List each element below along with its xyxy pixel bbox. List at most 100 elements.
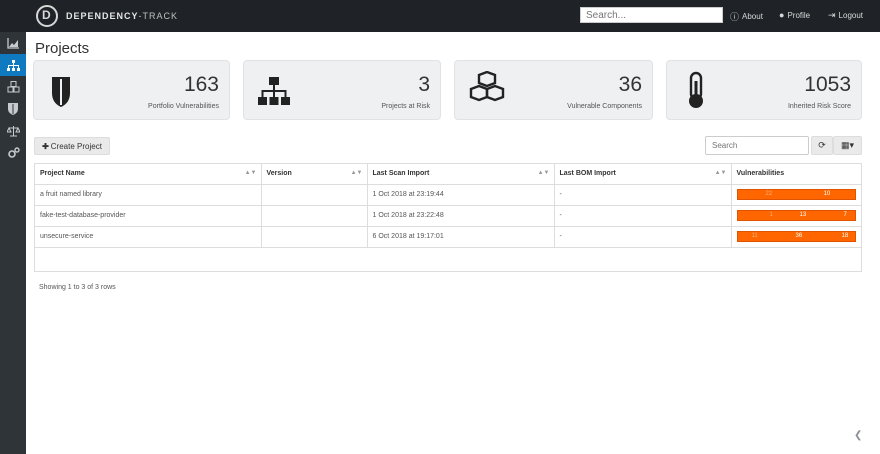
cubes-icon xyxy=(469,71,505,102)
card-value: 36 xyxy=(618,73,642,96)
card-value: 1053 xyxy=(804,73,851,96)
project-name-cell[interactable]: fake-test-database-provider xyxy=(35,205,262,227)
user-icon: ● xyxy=(779,10,785,20)
admin-icon xyxy=(7,147,20,158)
column-header-project-name[interactable]: Project Name ▲▼ xyxy=(35,164,262,185)
plus-icon: ✚ xyxy=(42,141,49,151)
vuln-count-b: 13 xyxy=(799,212,807,218)
project-name-cell[interactable]: unsecure-service xyxy=(35,226,262,248)
vulnerabilities-icon xyxy=(8,103,18,115)
card-inherited-risk-score: 1053 Inherited Risk Score xyxy=(666,60,862,120)
projects-icon xyxy=(6,59,20,71)
projects-table: Project Name ▲▼ Version ▲▼ Last Scan Impor… xyxy=(34,163,862,272)
table-row[interactable]: a fruit named library 1 Oct 2018 at 23:1… xyxy=(35,184,861,206)
card-label: Vulnerable Components xyxy=(567,103,642,110)
vulnerability-bar: 1 13 7 xyxy=(736,210,856,221)
sidebar-item-projects[interactable] xyxy=(0,54,26,76)
profile-label: Profile xyxy=(787,10,811,20)
card-label: Inherited Risk Score xyxy=(787,103,851,110)
project-name-cell[interactable]: a fruit named library xyxy=(35,184,262,206)
vuln-count-b: 10 xyxy=(823,191,831,197)
sitemap-icon xyxy=(258,77,290,105)
last-scan-cell: 1 Oct 2018 at 23:22:48 xyxy=(367,205,555,227)
vulnerabilities-cell: 1 13 7 xyxy=(731,205,861,227)
columns-toggle-button[interactable]: ▦▾ xyxy=(833,136,862,155)
dependency-track-logo[interactable] xyxy=(36,5,58,27)
table-search-input[interactable] xyxy=(705,136,809,155)
last-bom-cell: - xyxy=(554,205,732,227)
card-vulnerable-components: 36 Vulnerable Components xyxy=(454,60,653,120)
columns-icon: ▦▾ xyxy=(840,140,855,150)
table-row[interactable]: unsecure-service 6 Oct 2018 at 19:17:01 … xyxy=(35,226,861,248)
column-header-last-scan-import[interactable]: Last Scan Import ▲▼ xyxy=(367,164,555,185)
vulnerability-bar: 22 10 xyxy=(736,189,856,200)
card-projects-at-risk: 3 Projects at Risk xyxy=(243,60,441,120)
card-label: Projects at Risk xyxy=(381,103,430,110)
refresh-icon: ⟳ xyxy=(818,140,826,150)
vuln-count-b: 36 xyxy=(795,233,803,239)
sort-icon: ▲▼ xyxy=(244,170,257,176)
page-title: Projects xyxy=(35,40,90,57)
refresh-button[interactable]: ⟳ xyxy=(811,136,833,155)
logout-label: Logout xyxy=(838,11,864,20)
last-scan-cell: 1 Oct 2018 at 23:19:44 xyxy=(367,184,555,206)
brand-light: -TRACK xyxy=(138,11,179,21)
last-bom-cell: - xyxy=(554,184,732,206)
create-project-label: Create Project xyxy=(50,141,102,151)
about-link[interactable]: ⓘ About xyxy=(730,10,763,23)
scroll-to-top-icon[interactable]: ❮ xyxy=(854,430,862,441)
column-header-version[interactable]: Version ▲▼ xyxy=(261,164,368,185)
sidebar-item-dashboard[interactable] xyxy=(0,32,26,54)
sidebar xyxy=(0,32,26,454)
header-label: Vulnerabilities xyxy=(736,170,785,178)
vulnerability-bar: 11 36 18 xyxy=(736,231,856,242)
thermometer-icon xyxy=(689,71,703,108)
version-cell xyxy=(261,205,368,227)
info-icon: ⓘ xyxy=(730,12,740,22)
vulnerabilities-cell: 22 10 xyxy=(731,184,861,206)
column-header-vulnerabilities[interactable]: Vulnerabilities xyxy=(731,164,861,185)
sidebar-item-vulnerabilities[interactable] xyxy=(0,98,26,120)
card-value: 3 xyxy=(418,73,430,96)
sidebar-item-components[interactable] xyxy=(0,76,26,98)
logout-icon: ⇥ xyxy=(828,10,836,20)
last-bom-cell: - xyxy=(554,226,732,248)
brand-bold: DEPENDENCY xyxy=(66,11,139,21)
header-label: Project Name xyxy=(40,170,85,178)
shield-icon xyxy=(52,77,70,107)
sort-icon: ▲▼ xyxy=(537,170,550,176)
version-cell xyxy=(261,226,368,248)
sidebar-item-licenses[interactable] xyxy=(0,120,26,142)
header-label: Last BOM Import xyxy=(559,170,616,178)
table-row[interactable]: fake-test-database-provider 1 Oct 2018 a… xyxy=(35,205,861,227)
create-project-button[interactable]: ✚ Create Project xyxy=(34,137,110,155)
components-icon xyxy=(7,81,19,93)
vuln-count-c: 18 xyxy=(841,233,849,239)
vuln-count-c: 7 xyxy=(843,212,847,218)
last-scan-cell: 6 Oct 2018 at 19:17:01 xyxy=(367,226,555,248)
top-navbar: DEPENDENCY-TRACK ⓘ About ● Profile ⇥ Log… xyxy=(0,0,880,32)
global-search-input[interactable] xyxy=(580,7,723,23)
vuln-count-a: 1 xyxy=(769,212,773,218)
about-label: About xyxy=(742,12,763,21)
vuln-count-a: 22 xyxy=(765,191,773,197)
profile-link[interactable]: ● Profile xyxy=(779,10,810,20)
vulnerabilities-cell: 11 36 18 xyxy=(731,226,861,248)
logout-link[interactable]: ⇥ Logout xyxy=(828,10,863,21)
sort-icon: ▲▼ xyxy=(714,170,727,176)
brand-name[interactable]: DEPENDENCY-TRACK xyxy=(66,11,178,21)
licenses-icon xyxy=(6,126,20,137)
card-label: Portfolio Vulnerabilities xyxy=(148,103,219,110)
column-header-last-bom-import[interactable]: Last BOM Import ▲▼ xyxy=(554,164,732,185)
vuln-count-a: 11 xyxy=(751,233,758,239)
dashboard-icon xyxy=(6,37,19,49)
header-label: Version xyxy=(266,170,292,178)
card-value: 163 xyxy=(183,73,219,96)
pagination-info: Showing 1 to 3 of 3 rows xyxy=(39,284,116,291)
sort-icon: ▲▼ xyxy=(350,170,363,176)
header-label: Last Scan Import xyxy=(372,170,430,178)
version-cell xyxy=(261,184,368,206)
card-portfolio-vulnerabilities: 163 Portfolio Vulnerabilities xyxy=(33,60,230,120)
table-header-row: Project Name ▲▼ Version ▲▼ Last Scan Impor… xyxy=(35,164,861,185)
sidebar-item-admin[interactable] xyxy=(0,142,26,164)
